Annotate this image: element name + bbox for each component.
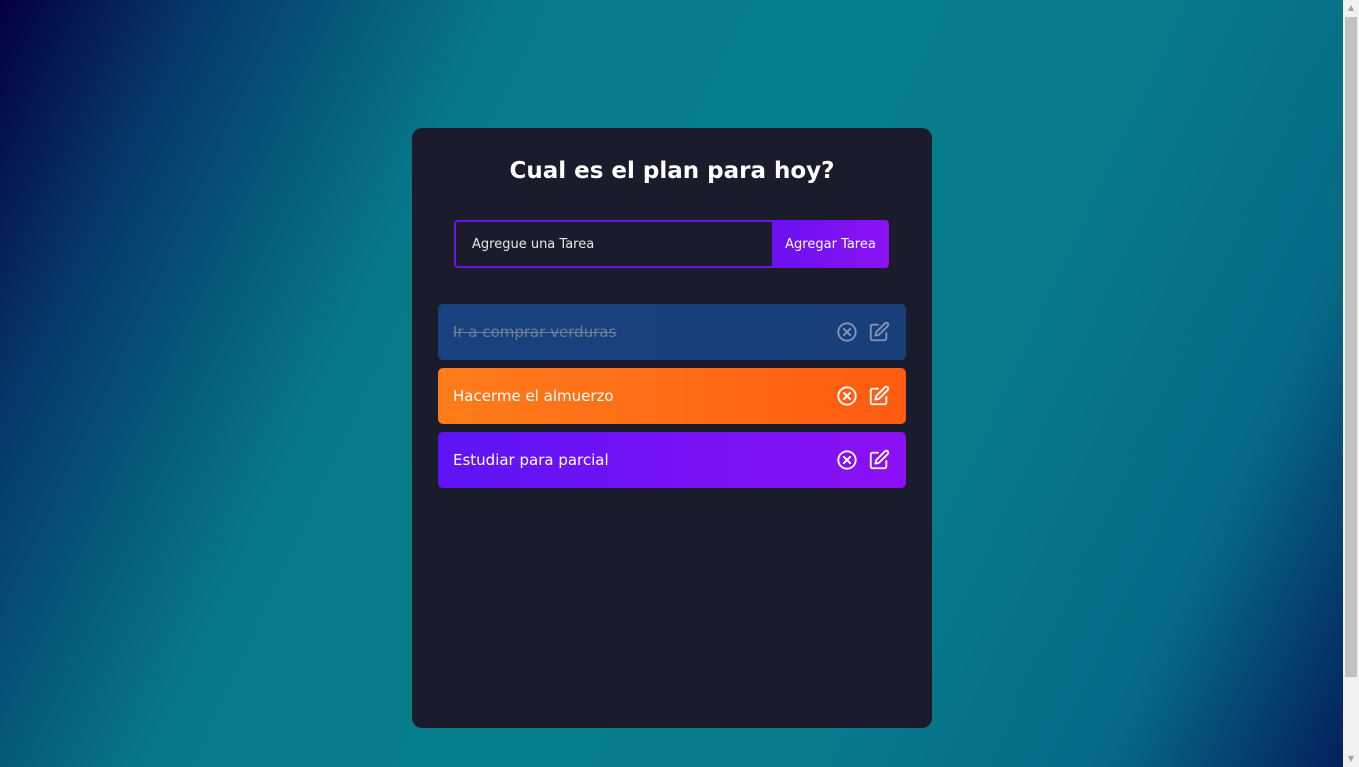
page-background: Cual es el plan para hoy? Agregar Tarea … [0, 0, 1343, 767]
edit-icon[interactable] [868, 321, 890, 343]
task-item[interactable]: Ir a comprar verduras [438, 304, 906, 360]
task-input[interactable] [454, 220, 772, 268]
task-item[interactable]: Estudiar para parcial [438, 432, 906, 488]
add-task-button[interactable]: Agregar Tarea [772, 220, 889, 268]
edit-icon[interactable] [868, 385, 890, 407]
close-circle-icon[interactable] [836, 385, 858, 407]
page-title: Cual es el plan para hoy? [509, 158, 835, 184]
close-circle-icon[interactable] [836, 321, 858, 343]
task-text[interactable]: Estudiar para parcial [453, 451, 891, 469]
edit-icon[interactable] [868, 449, 890, 471]
task-actions [836, 449, 890, 471]
task-actions [836, 385, 890, 407]
close-circle-icon[interactable] [836, 449, 858, 471]
scrollbar-thumb[interactable] [1345, 17, 1357, 677]
task-item[interactable]: Hacerme el almuerzo [438, 368, 906, 424]
task-actions [836, 321, 890, 343]
scroll-up-arrow-icon[interactable]: ▲ [1343, 0, 1359, 16]
todo-app-panel: Cual es el plan para hoy? Agregar Tarea … [412, 128, 932, 728]
scroll-down-arrow-icon[interactable]: ▼ [1343, 751, 1359, 767]
add-task-form: Agregar Tarea [454, 220, 889, 268]
vertical-scrollbar[interactable]: ▲ ▼ [1343, 0, 1359, 767]
task-list: Ir a comprar verduras Hacerme el almuerz… [438, 304, 906, 496]
task-text[interactable]: Hacerme el almuerzo [453, 387, 891, 405]
task-text[interactable]: Ir a comprar verduras [453, 323, 891, 341]
